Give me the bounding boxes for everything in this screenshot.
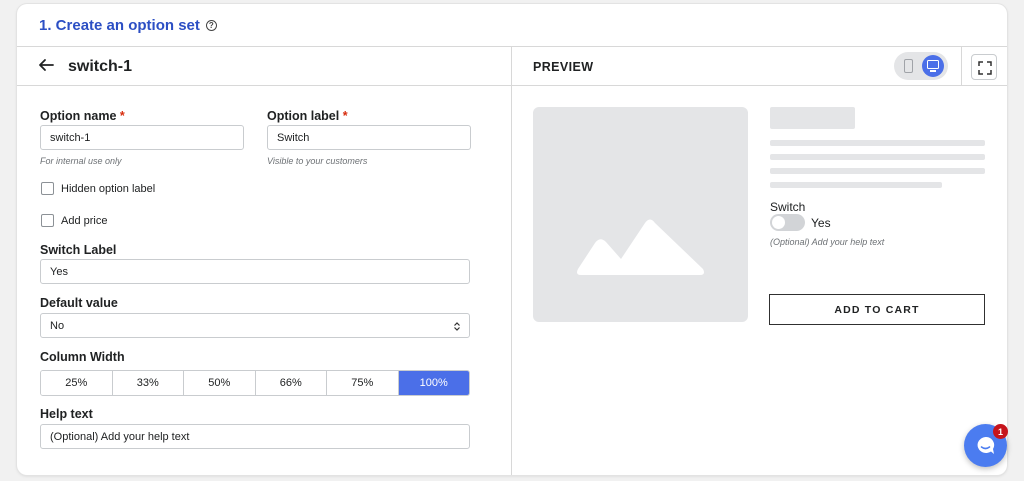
fullscreen-button[interactable] bbox=[971, 54, 997, 80]
skeleton-line bbox=[770, 154, 985, 160]
hidden-option-label-text: Hidden option label bbox=[61, 182, 156, 195]
option-name-hint: For internal use only bbox=[40, 156, 122, 166]
column-width-option-66[interactable]: 66% bbox=[255, 371, 327, 395]
preview-switch-toggle[interactable] bbox=[770, 214, 805, 231]
editor-title: switch-1 bbox=[68, 58, 133, 75]
switch-label-input[interactable]: Yes bbox=[40, 259, 470, 284]
divider bbox=[17, 85, 1007, 86]
product-image-placeholder bbox=[533, 107, 748, 322]
default-value-select[interactable]: No bbox=[40, 313, 470, 338]
fullscreen-icon bbox=[978, 61, 992, 75]
preview-title: PREVIEW bbox=[533, 60, 594, 74]
preview-switch-value: Yes bbox=[811, 216, 831, 230]
hidden-option-label-checkbox[interactable] bbox=[41, 182, 54, 195]
chat-icon bbox=[977, 436, 995, 454]
default-value-label: Default value bbox=[40, 296, 118, 310]
toolbar-divider bbox=[961, 46, 962, 86]
preview-switch-label: Switch bbox=[770, 200, 806, 214]
panel-divider bbox=[511, 46, 512, 475]
column-width-selector: 25% 33% 50% 66% 75% 100% bbox=[40, 370, 470, 396]
select-arrows-icon bbox=[454, 322, 460, 331]
option-label-label: Option label * bbox=[267, 109, 348, 123]
help-text-input[interactable]: (Optional) Add your help text bbox=[40, 424, 470, 449]
device-toggle bbox=[894, 52, 948, 80]
step-title: 1. Create an option set ? bbox=[39, 17, 217, 34]
column-width-option-75[interactable]: 75% bbox=[327, 371, 399, 395]
add-price-text: Add price bbox=[61, 214, 108, 227]
chat-notification-badge: 1 bbox=[993, 424, 1008, 439]
option-set-card: 1. Create an option set ? switch-1 PREVI… bbox=[17, 4, 1007, 475]
default-value-selected: No bbox=[50, 319, 65, 332]
option-label-input[interactable]: Switch bbox=[267, 125, 471, 150]
preview-help-text: (Optional) Add your help text bbox=[770, 237, 885, 247]
column-width-option-33[interactable]: 33% bbox=[112, 371, 184, 395]
add-price-checkbox-row[interactable]: Add price bbox=[41, 214, 107, 227]
desktop-icon[interactable] bbox=[922, 55, 944, 77]
switch-label-label: Switch Label bbox=[40, 243, 117, 257]
skeleton-line bbox=[770, 168, 985, 174]
skeleton-line bbox=[770, 182, 942, 188]
add-to-cart-button[interactable]: ADD TO CART bbox=[769, 294, 985, 325]
column-width-label: Column Width bbox=[40, 350, 125, 364]
hidden-option-label-checkbox-row[interactable]: Hidden option label bbox=[41, 182, 155, 195]
help-circle-icon[interactable]: ? bbox=[205, 20, 217, 31]
arrow-left-icon[interactable] bbox=[37, 56, 55, 74]
step-title-text: 1. Create an option set bbox=[39, 17, 200, 34]
option-name-label: Option name * bbox=[40, 109, 125, 123]
column-width-option-25[interactable]: 25% bbox=[41, 371, 113, 395]
skeleton-title bbox=[770, 107, 855, 129]
divider bbox=[17, 46, 1007, 47]
help-text-label: Help text bbox=[40, 407, 93, 421]
option-name-input[interactable]: switch-1 bbox=[40, 125, 244, 150]
column-width-option-100[interactable]: 100% bbox=[398, 371, 469, 395]
add-price-checkbox[interactable] bbox=[41, 214, 54, 227]
column-width-option-50[interactable]: 50% bbox=[184, 371, 256, 395]
image-placeholder-icon bbox=[577, 219, 704, 275]
mobile-icon[interactable] bbox=[904, 59, 913, 73]
skeleton-line bbox=[770, 140, 985, 146]
option-label-hint: Visible to your customers bbox=[267, 156, 368, 166]
